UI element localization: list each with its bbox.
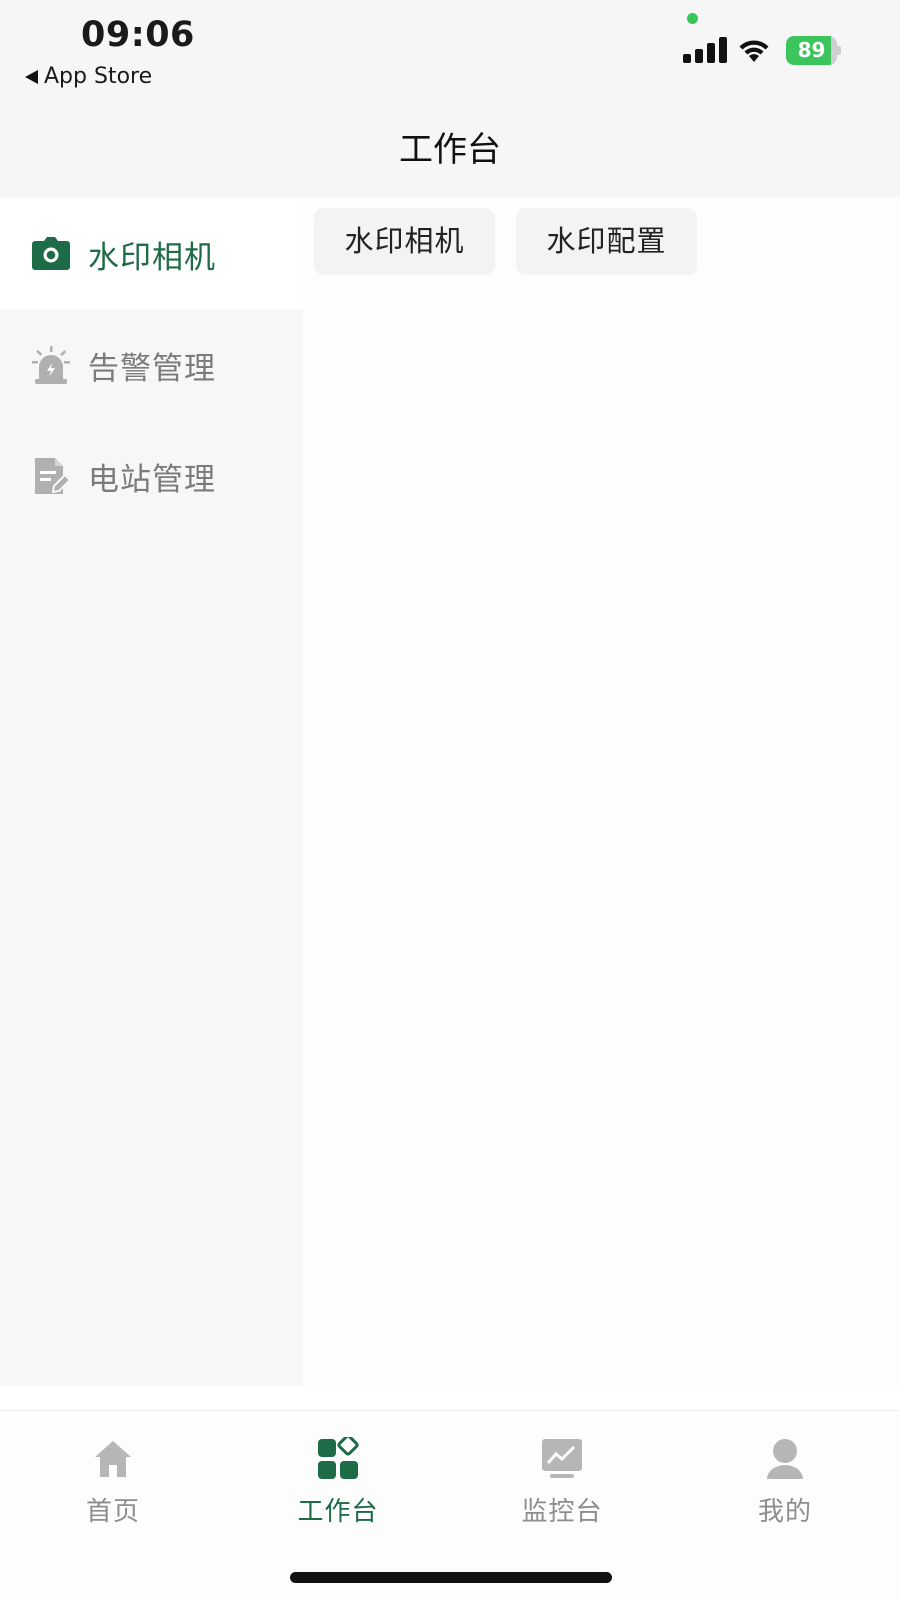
camera-icon bbox=[32, 237, 70, 270]
back-arrow-icon bbox=[25, 69, 38, 84]
home-indicator bbox=[290, 1572, 612, 1583]
sidebar-item-station-management[interactable]: 电站管理 bbox=[0, 420, 303, 531]
grid-apps-icon bbox=[318, 1437, 359, 1479]
battery-percent: 89 bbox=[797, 38, 826, 62]
tab-label: 首页 bbox=[85, 1497, 140, 1527]
document-edit-icon bbox=[35, 458, 71, 494]
alarm-siren-icon bbox=[32, 346, 70, 384]
monitor-chart-icon bbox=[542, 1439, 582, 1478]
sidebar-item-watermark-camera[interactable]: 水印相机 bbox=[0, 198, 303, 309]
sidebar-item-label: 水印相机 bbox=[88, 240, 216, 276]
watermark-config-button[interactable]: 水印配置 bbox=[516, 208, 697, 275]
wifi-icon bbox=[739, 40, 769, 62]
tab-label: 我的 bbox=[757, 1497, 812, 1527]
sidebar: 水印相机 告警管理 电站管理 bbox=[0, 198, 303, 1386]
page-title: 工作台 bbox=[399, 130, 501, 170]
tab-monitoring[interactable]: 监控台 bbox=[482, 1425, 642, 1527]
tab-home[interactable]: 首页 bbox=[33, 1425, 193, 1527]
tab-label: 工作台 bbox=[297, 1497, 379, 1527]
back-link-label: App Store bbox=[44, 64, 153, 89]
home-icon bbox=[95, 1441, 131, 1477]
privacy-indicator-dot bbox=[687, 13, 698, 24]
status-bar: 09:06 App Store 89 bbox=[0, 0, 900, 100]
sidebar-item-label: 告警管理 bbox=[88, 351, 216, 387]
sidebar-item-label: 电站管理 bbox=[88, 462, 216, 498]
sidebar-item-alarm-management[interactable]: 告警管理 bbox=[0, 309, 303, 420]
back-to-app-store-link[interactable]: App Store bbox=[25, 64, 152, 89]
tab-workbench[interactable]: 工作台 bbox=[258, 1425, 418, 1527]
navigation-bar: 工作台 bbox=[0, 100, 900, 198]
status-time: 09:06 bbox=[81, 15, 195, 55]
content-area: 水印相机 水印配置 bbox=[303, 198, 900, 1386]
battery-icon: 89 bbox=[786, 36, 841, 65]
tab-mine[interactable]: 我的 bbox=[705, 1425, 865, 1527]
cellular-signal-icon bbox=[683, 37, 727, 63]
user-icon bbox=[767, 1439, 803, 1479]
tab-label: 监控台 bbox=[521, 1497, 603, 1527]
watermark-camera-button[interactable]: 水印相机 bbox=[314, 208, 495, 275]
